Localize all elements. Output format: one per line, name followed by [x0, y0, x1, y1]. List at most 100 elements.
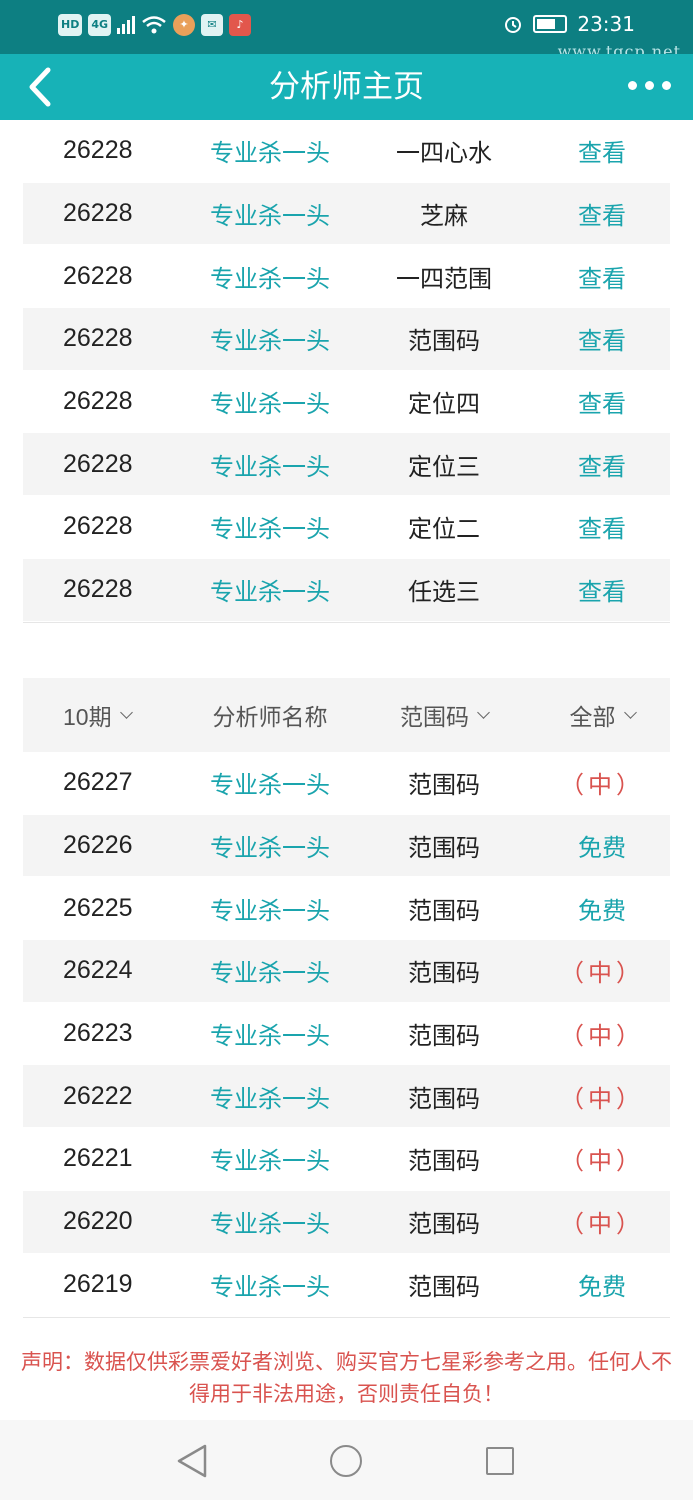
- result-badge[interactable]: （中）: [534, 1141, 670, 1176]
- system-nav-bar: [0, 1420, 693, 1500]
- prediction-type: 芝麻: [420, 202, 468, 231]
- prediction-type: 任选三: [408, 578, 480, 607]
- history-table: 10期 分析师名称 范围码 全部 26227 专业杀一头 范围码 （中） 262…: [23, 678, 670, 1317]
- section-divider: [23, 622, 670, 623]
- issue-number: 26223: [63, 1019, 133, 1048]
- wifi-icon: [142, 16, 166, 34]
- view-button[interactable]: 查看: [534, 259, 670, 294]
- table-row: 26221 专业杀一头 范围码 （中）: [23, 1128, 670, 1191]
- hd-icon: HD: [58, 14, 83, 36]
- network-type-icon: 4G: [88, 14, 112, 36]
- analyst-name-link[interactable]: 专业杀一头: [186, 196, 354, 231]
- view-button[interactable]: 查看: [534, 321, 670, 356]
- analyst-column-header: 分析师名称: [212, 705, 328, 731]
- table-row: 26228 专业杀一头 范围码 查看: [23, 308, 670, 371]
- table-row: 26219 专业杀一头 范围码 免费: [23, 1254, 670, 1317]
- analyst-name-link[interactable]: 专业杀一头: [186, 572, 354, 607]
- analyst-name-link[interactable]: 专业杀一头: [186, 765, 354, 800]
- system-home-icon[interactable]: [330, 1445, 362, 1477]
- issue-number: 26228: [63, 136, 133, 165]
- page-title: 分析师主页: [269, 69, 424, 105]
- content-area: 26228 专业杀一头 一四心水 查看 26228 专业杀一头 芝麻 查看 26…: [0, 120, 693, 1420]
- analyst-name-link[interactable]: 专业杀一头: [186, 384, 354, 419]
- issue-number: 26228: [63, 324, 133, 353]
- chevron-down-icon: [119, 706, 133, 719]
- view-button[interactable]: 查看: [534, 384, 670, 419]
- system-back-icon[interactable]: [173, 1442, 213, 1480]
- section-divider: [23, 1317, 670, 1318]
- prediction-type: 一四心水: [396, 139, 492, 168]
- analyst-name-link[interactable]: 专业杀一头: [186, 1204, 354, 1239]
- prediction-list: 26228 专业杀一头 一四心水 查看 26228 专业杀一头 芝麻 查看 26…: [23, 120, 670, 622]
- prediction-type: 范围码: [408, 896, 480, 925]
- table-row: 26225 专业杀一头 范围码 免费: [23, 877, 670, 941]
- view-button[interactable]: 查看: [534, 509, 670, 544]
- status-icons-left: HD 4G ✦ ✉ ♪: [58, 14, 252, 36]
- system-recents-icon[interactable]: [486, 1447, 514, 1475]
- signal-icon: [117, 16, 136, 34]
- prediction-type: 定位二: [408, 515, 480, 544]
- analyst-name-link[interactable]: 专业杀一头: [186, 953, 354, 988]
- view-button[interactable]: 查看: [534, 196, 670, 231]
- analyst-name-link[interactable]: 专业杀一头: [186, 828, 354, 863]
- table-row: 26227 专业杀一头 范围码 （中）: [23, 752, 670, 815]
- view-button[interactable]: 查看: [534, 133, 670, 168]
- chevron-down-icon: [623, 706, 637, 719]
- analyst-name-link[interactable]: 专业杀一头: [186, 1079, 354, 1114]
- view-button[interactable]: 查看: [534, 572, 670, 607]
- analyst-name-link[interactable]: 专业杀一头: [186, 259, 354, 294]
- table-row: 26228 专业杀一头 定位四 查看: [23, 371, 670, 434]
- analyst-name-link[interactable]: 专业杀一头: [186, 509, 354, 544]
- table-row: 26228 专业杀一头 一四心水 查看: [23, 120, 670, 183]
- issue-number: 26228: [63, 575, 133, 604]
- disclaimer-text: 声明：数据仅供彩票爱好者浏览、购买官方七星彩参考之用。任何人不得用于非法用途，否…: [21, 1350, 672, 1406]
- issue-number: 26219: [63, 1269, 133, 1298]
- more-menu-icon[interactable]: [628, 81, 671, 90]
- app-notification-icon: ✦: [173, 14, 196, 36]
- free-view-button[interactable]: 免费: [534, 891, 670, 926]
- result-filter-label: 全部: [569, 705, 616, 731]
- nav-bar: 分析师主页: [0, 54, 693, 120]
- result-badge[interactable]: （中）: [534, 1016, 670, 1051]
- result-badge[interactable]: （中）: [534, 953, 670, 988]
- view-button[interactable]: 查看: [534, 447, 670, 482]
- analyst-name-link[interactable]: 专业杀一头: [186, 1267, 354, 1302]
- prediction-type: 定位三: [408, 452, 480, 481]
- filter-header: 10期 分析师名称 范围码 全部: [23, 678, 670, 752]
- analyst-name-link[interactable]: 专业杀一头: [186, 1141, 354, 1176]
- result-filter-dropdown[interactable]: 全部: [534, 698, 670, 732]
- free-view-button[interactable]: 免费: [534, 1267, 670, 1302]
- app-notification-icon-2: ✉: [201, 14, 224, 36]
- type-filter-dropdown[interactable]: 范围码: [354, 698, 534, 732]
- status-icons-right: 23:31: [503, 12, 635, 36]
- status-time: 23:31: [577, 12, 635, 36]
- table-row: 26228 专业杀一头 任选三 查看: [23, 558, 670, 622]
- type-filter-label: 范围码: [400, 705, 469, 731]
- result-badge[interactable]: （中）: [534, 1204, 670, 1239]
- issue-number: 26225: [63, 893, 133, 922]
- issue-number: 26222: [63, 1081, 133, 1110]
- analyst-name-link[interactable]: 专业杀一头: [186, 321, 354, 356]
- issue-number: 26228: [63, 387, 133, 416]
- issue-number: 26220: [63, 1207, 133, 1236]
- period-filter-label: 10期: [63, 704, 112, 730]
- table-row: 26224 专业杀一头 范围码 （中）: [23, 940, 670, 1003]
- prediction-type: 范围码: [408, 959, 480, 988]
- issue-number: 26224: [63, 956, 133, 985]
- chevron-down-icon: [477, 706, 490, 719]
- result-badge[interactable]: （中）: [534, 765, 670, 800]
- analyst-name-link[interactable]: 专业杀一头: [186, 1016, 354, 1051]
- analyst-name-link[interactable]: 专业杀一头: [186, 891, 354, 926]
- period-filter-dropdown[interactable]: 10期: [23, 698, 186, 732]
- issue-number: 26221: [63, 1144, 133, 1173]
- table-row: 26220 专业杀一头 范围码 （中）: [23, 1190, 670, 1254]
- alarm-icon: [505, 17, 522, 33]
- app-notification-icon-3: ♪: [229, 14, 252, 36]
- analyst-name-link[interactable]: 专业杀一头: [186, 133, 354, 168]
- analyst-name-link[interactable]: 专业杀一头: [186, 447, 354, 482]
- issue-number: 26228: [63, 199, 133, 228]
- free-view-button[interactable]: 免费: [534, 828, 670, 863]
- prediction-type: 范围码: [408, 1147, 480, 1176]
- prediction-type: 范围码: [408, 771, 480, 800]
- result-badge[interactable]: （中）: [534, 1079, 670, 1114]
